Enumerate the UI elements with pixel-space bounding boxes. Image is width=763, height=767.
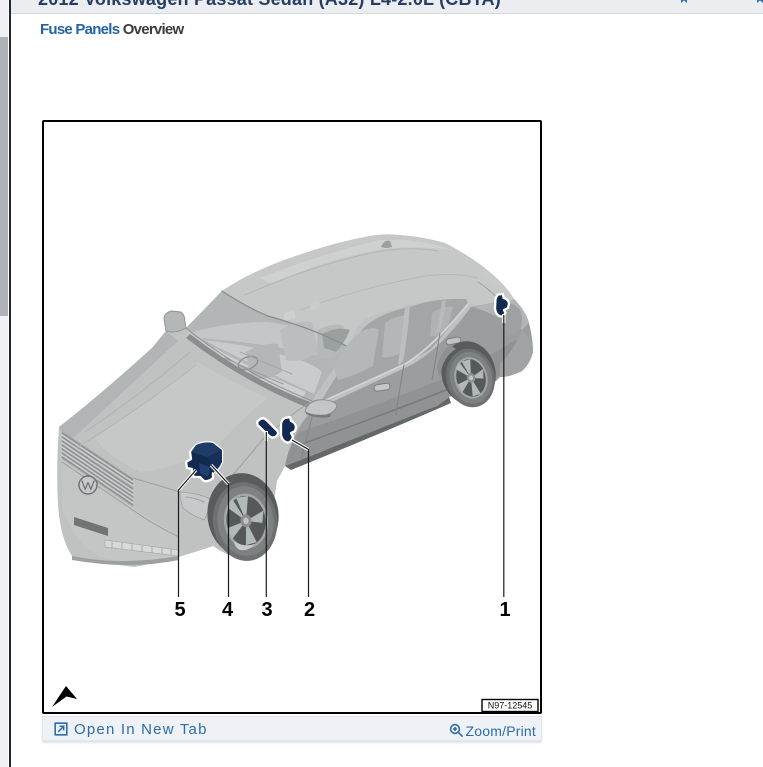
svg-text:N97-12545: N97-12545 <box>488 701 533 711</box>
